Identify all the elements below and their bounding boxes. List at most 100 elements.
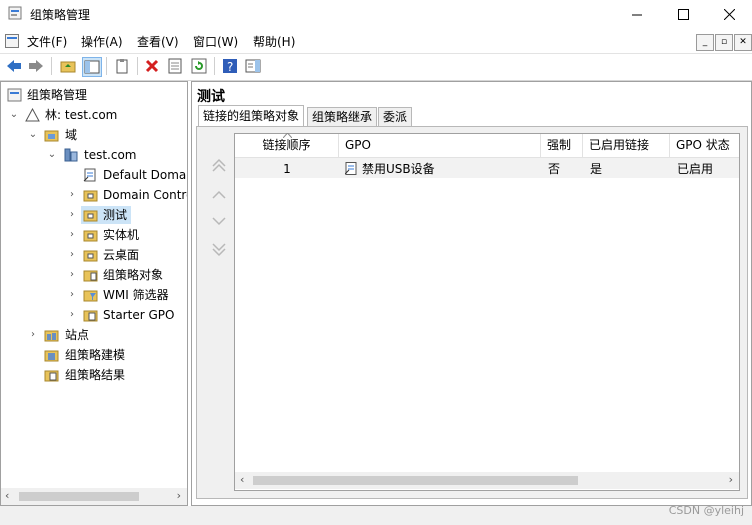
tree-node-ou[interactable]: › 实体机 [1,225,187,245]
tree-label: 组策略管理 [27,88,88,102]
list-horizontal-scrollbar[interactable]: ‹ › [235,472,739,489]
child-minimize-button[interactable]: _ [696,34,714,51]
close-button[interactable] [706,0,752,28]
tree-label: 云桌面 [103,248,140,262]
column-label: 链接顺序 [262,138,311,152]
tree-node-ou[interactable]: › Domain Contro [1,185,187,205]
tree-label: 域 [65,128,78,142]
tree-node-results[interactable]: 组策略结果 [1,365,187,385]
toolbar-separator [51,57,52,75]
back-arrow-icon [7,60,21,72]
refresh-icon [191,58,207,74]
tree-node-modeling[interactable]: 组策略建模 [1,345,187,365]
show-action-pane-button[interactable] [244,57,262,75]
maximize-button[interactable] [660,0,706,28]
tree-label: WMI 筛选器 [103,288,169,302]
tree-node-root[interactable]: 组策略管理 [1,85,187,105]
scroll-left-icon[interactable]: ‹ [5,489,9,502]
properties-button[interactable] [166,57,184,75]
tree-node-gpo-link[interactable]: Default Domai [1,165,187,185]
chevron-right-icon[interactable]: › [67,285,77,305]
tree-node-gpo-folder[interactable]: › 组策略对象 [1,265,187,285]
tree-node-sites[interactable]: › 站点 [1,325,187,345]
scroll-right-icon[interactable]: › [177,489,181,502]
minimize-button[interactable] [614,0,660,28]
move-up-button[interactable] [211,187,227,203]
tab-linked-gpos[interactable]: 链接的组策略对象 [198,105,305,127]
menu-view[interactable]: 查看(V) [137,33,179,50]
clipboard-icon [116,59,128,74]
chevron-right-icon[interactable]: › [67,225,77,245]
up-level-button[interactable] [59,57,77,75]
refresh-button[interactable] [190,57,208,75]
tree-node-ou-selected[interactable]: › 测试 [1,205,187,225]
help-icon: ? [223,59,237,74]
close-icon [723,8,735,20]
menu-help[interactable]: 帮助(H) [253,33,295,50]
tree-node-wmi[interactable]: › WMI 筛选器 [1,285,187,305]
chevron-right-icon[interactable]: › [67,305,77,325]
tree-label: 实体机 [103,228,140,242]
tab-delegation[interactable]: 委派 [378,107,413,127]
move-top-button[interactable] [211,158,227,174]
tree-node-forest[interactable]: ⌄ 林: test.com [1,105,187,125]
back-button[interactable] [5,57,23,75]
menu-file[interactable]: 文件(F) [27,33,67,50]
tree-label: 组策略建模 [65,348,126,362]
chevron-down-icon[interactable]: ⌄ [28,125,38,145]
forward-button[interactable] [27,57,45,75]
move-down-icon [212,217,226,226]
gpmc-root-icon [7,88,22,102]
ou-folder-icon [83,190,98,202]
properties-icon [168,58,182,74]
column-header-gpo-status[interactable]: GPO 状态 [670,134,739,157]
starter-gpo-icon [83,310,98,322]
tree-node-starter-gpo[interactable]: › Starter GPO [1,305,187,325]
scroll-right-icon[interactable]: › [729,473,733,486]
chevron-right-icon[interactable]: › [67,185,77,205]
chevron-right-icon[interactable]: › [28,325,38,345]
toolbar-separator [106,57,107,75]
move-to-top-icon [212,158,226,172]
move-down-button[interactable] [211,213,227,229]
move-up-icon [212,190,226,199]
tree-label: 组策略对象 [103,268,164,282]
toolbar-separator [137,57,138,75]
status-bar [0,506,752,525]
scrollbar-thumb[interactable] [253,476,578,485]
child-close-button[interactable]: ✕ [734,34,752,51]
child-restore-button[interactable]: ▫ [715,34,733,51]
scroll-left-icon[interactable]: ‹ [240,473,244,486]
scrollbar-thumb[interactable] [19,492,139,501]
tree-horizontal-scrollbar[interactable]: ‹ › [1,488,187,505]
menu-action[interactable]: 操作(A) [81,33,123,50]
chevron-right-icon[interactable]: › [67,205,77,225]
cell-gpo-name: 禁用USB设备 [362,162,435,176]
chevron-right-icon[interactable]: › [67,245,77,265]
help-button[interactable]: ? [221,57,239,75]
tree-node-ou[interactable]: › 云桌面 [1,245,187,265]
copy-button[interactable] [113,57,131,75]
forward-arrow-icon [29,60,43,72]
chevron-right-icon[interactable]: › [67,265,77,285]
page-title: 测试 [197,89,225,105]
gpo-link-icon [345,162,357,175]
tree-node-domains[interactable]: ⌄ 域 [1,125,187,145]
cell-enforced: 否 [548,162,561,176]
watermark: CSDN @yleihj [668,504,744,517]
column-header-enforced[interactable]: 强制 [541,134,583,157]
delete-button[interactable] [143,57,161,75]
gpo-link-icon [83,168,96,182]
column-header-gpo[interactable]: GPO [339,134,541,157]
results-icon [44,370,59,382]
tree-label: Default Domai [103,168,188,182]
chevron-down-icon[interactable]: ⌄ [9,105,19,125]
column-header-link-enabled[interactable]: 已启用链接 [583,134,670,157]
tree-node-domain[interactable]: ⌄ test.com [1,145,187,165]
show-hide-tree-button[interactable] [82,57,102,77]
move-bottom-button[interactable] [211,241,227,257]
tab-inheritance[interactable]: 组策略继承 [307,107,378,127]
domains-folder-icon [44,130,59,142]
menu-window[interactable]: 窗口(W) [193,33,238,50]
chevron-down-icon[interactable]: ⌄ [47,145,57,165]
